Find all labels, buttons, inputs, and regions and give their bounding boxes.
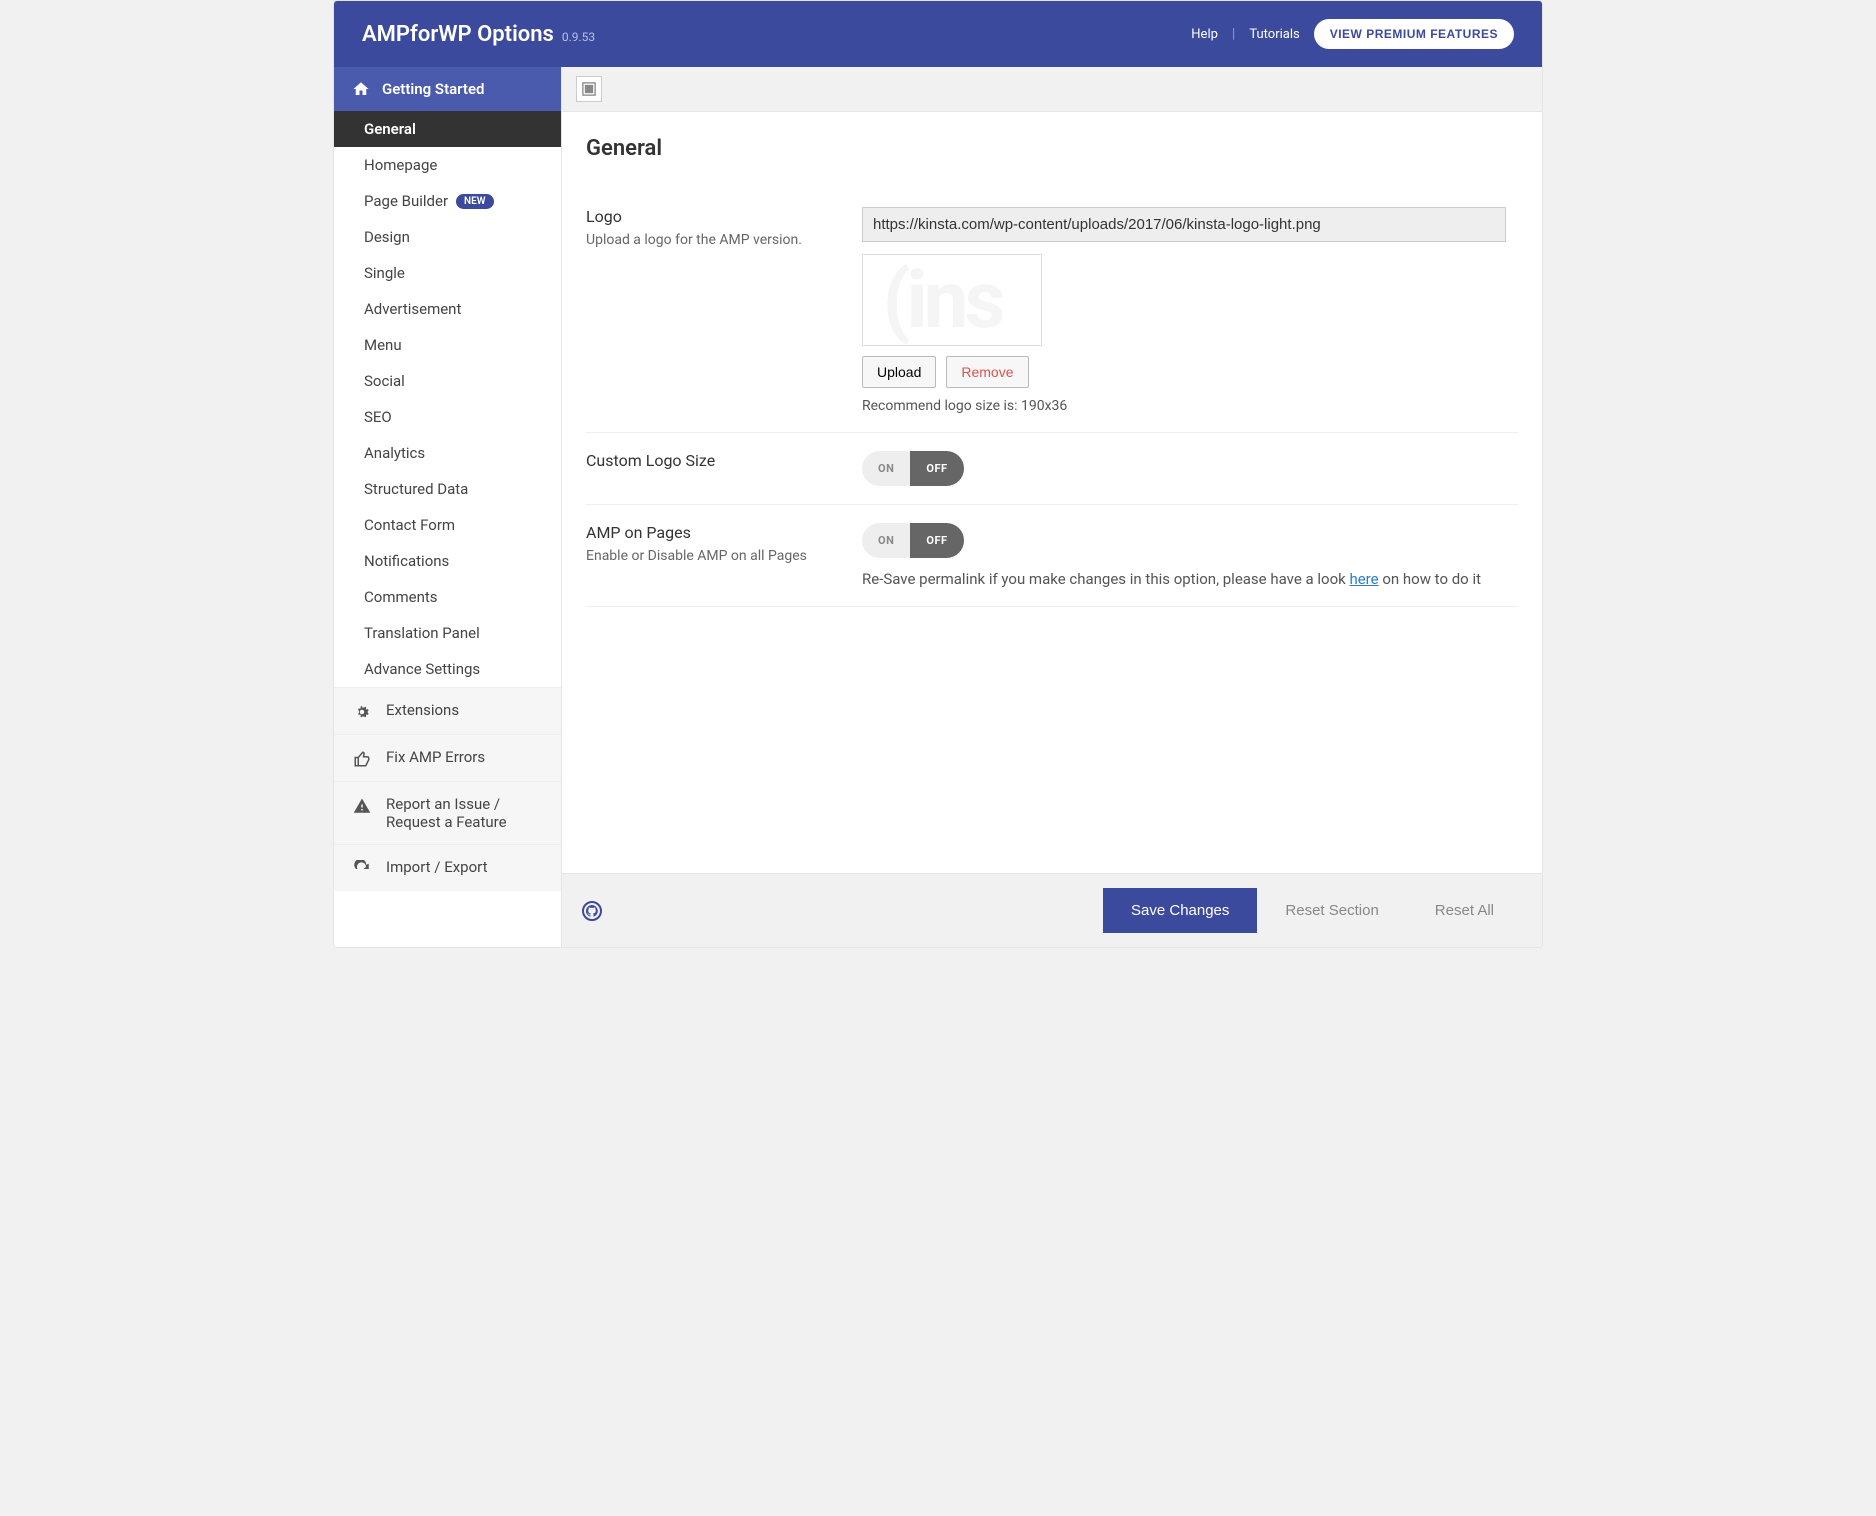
amp-pages-desc: Enable or Disable AMP on all Pages <box>586 548 862 564</box>
sidebar-report-issue[interactable]: Report an Issue / Request a Feature <box>334 781 561 844</box>
reset-all-button[interactable]: Reset All <box>1407 888 1522 933</box>
help-link[interactable]: Help <box>1191 27 1218 42</box>
sidebar-item-advertisement[interactable]: Advertisement <box>334 291 561 327</box>
logo-recommend-text: Recommend logo size is: 190x36 <box>862 398 1518 414</box>
warning-icon <box>352 797 372 815</box>
thumbs-up-icon <box>352 750 372 768</box>
sidebar-item-contact-form[interactable]: Contact Form <box>334 507 561 543</box>
logo-preview: (ins <box>862 254 1042 346</box>
new-badge: NEW <box>456 194 494 209</box>
app-version: 0.9.53 <box>562 30 595 44</box>
custom-logo-size-label: Custom Logo Size <box>586 451 862 470</box>
view-premium-button[interactable]: VIEW PREMIUM FEATURES <box>1314 19 1514 49</box>
header: AMPforWP Options 0.9.53 Help | Tutorials… <box>334 1 1542 67</box>
sidebar-item-translation-panel[interactable]: Translation Panel <box>334 615 561 651</box>
sidebar-item-advance-settings[interactable]: Advance Settings <box>334 651 561 687</box>
divider: | <box>1232 26 1235 42</box>
home-icon <box>352 80 370 98</box>
gear-icon <box>352 703 372 721</box>
sidebar-fix-errors[interactable]: Fix AMP Errors <box>334 734 561 781</box>
sidebar-item-homepage[interactable]: Homepage <box>334 147 561 183</box>
amp-pages-help: Re-Save permalink if you make changes in… <box>862 570 1518 588</box>
logo-desc: Upload a logo for the AMP version. <box>586 232 862 248</box>
sidebar-item-comments[interactable]: Comments <box>334 579 561 615</box>
refresh-icon <box>352 860 372 878</box>
sidebar-item-general[interactable]: General <box>334 111 561 147</box>
section-title: General <box>586 136 1518 161</box>
custom-logo-size-toggle[interactable]: ON OFF <box>862 451 964 486</box>
sidebar: Getting Started General Homepage Page Bu… <box>334 67 562 947</box>
field-custom-logo-size: Custom Logo Size ON OFF <box>586 433 1518 505</box>
reset-section-button[interactable]: Reset Section <box>1257 888 1406 933</box>
remove-button[interactable]: Remove <box>946 356 1028 388</box>
permalink-help-link[interactable]: here <box>1349 570 1378 588</box>
save-changes-button[interactable]: Save Changes <box>1103 888 1257 933</box>
sidebar-item-design[interactable]: Design <box>334 219 561 255</box>
logo-url-input[interactable] <box>862 207 1506 242</box>
sidebar-item-seo[interactable]: SEO <box>334 399 561 435</box>
amp-pages-label: AMP on Pages <box>586 523 862 542</box>
logo-label: Logo <box>586 207 862 226</box>
github-icon[interactable] <box>582 901 602 921</box>
toolbar <box>562 67 1542 112</box>
sidebar-item-page-builder[interactable]: Page Builder NEW <box>334 183 561 219</box>
sidebar-item-social[interactable]: Social <box>334 363 561 399</box>
expand-toggle-button[interactable] <box>576 76 602 102</box>
amp-pages-toggle[interactable]: ON OFF <box>862 523 964 558</box>
footer: Save Changes Reset Section Reset All <box>562 873 1542 947</box>
sidebar-item-single[interactable]: Single <box>334 255 561 291</box>
sidebar-import-export[interactable]: Import / Export <box>334 844 561 891</box>
sidebar-getting-started[interactable]: Getting Started <box>334 67 561 111</box>
app-title: AMPforWP Options <box>362 22 554 47</box>
field-amp-on-pages: AMP on Pages Enable or Disable AMP on al… <box>586 505 1518 607</box>
sidebar-item-menu[interactable]: Menu <box>334 327 561 363</box>
field-logo: Logo Upload a logo for the AMP version. … <box>586 189 1518 433</box>
sidebar-item-notifications[interactable]: Notifications <box>334 543 561 579</box>
sidebar-item-structured-data[interactable]: Structured Data <box>334 471 561 507</box>
sidebar-extensions[interactable]: Extensions <box>334 687 561 734</box>
upload-button[interactable]: Upload <box>862 356 936 388</box>
tutorials-link[interactable]: Tutorials <box>1249 27 1299 42</box>
sidebar-item-analytics[interactable]: Analytics <box>334 435 561 471</box>
